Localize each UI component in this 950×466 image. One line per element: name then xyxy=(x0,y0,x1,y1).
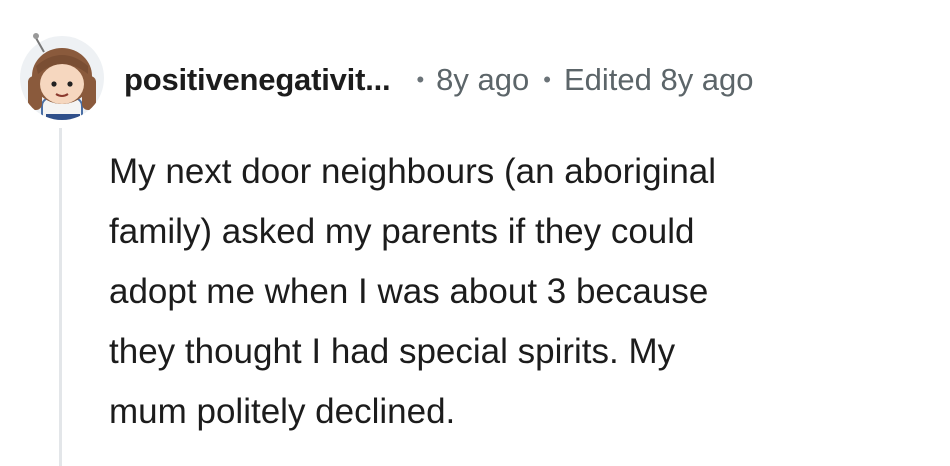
author-username[interactable]: positivenegativit... xyxy=(124,62,391,98)
thread-line[interactable] xyxy=(59,128,62,466)
comment-body: My next door neighbours (an aboriginal f… xyxy=(109,152,717,431)
edited-label: Edited 8y ago xyxy=(563,62,754,97)
user-avatar-icon[interactable] xyxy=(14,26,110,122)
comment-header: positivenegativit... • 8y ago • Edited 8… xyxy=(124,60,754,100)
separator-dot: • xyxy=(543,67,551,92)
comment-timestamp[interactable]: 8y ago xyxy=(436,62,529,98)
separator-dot: • xyxy=(416,67,425,92)
